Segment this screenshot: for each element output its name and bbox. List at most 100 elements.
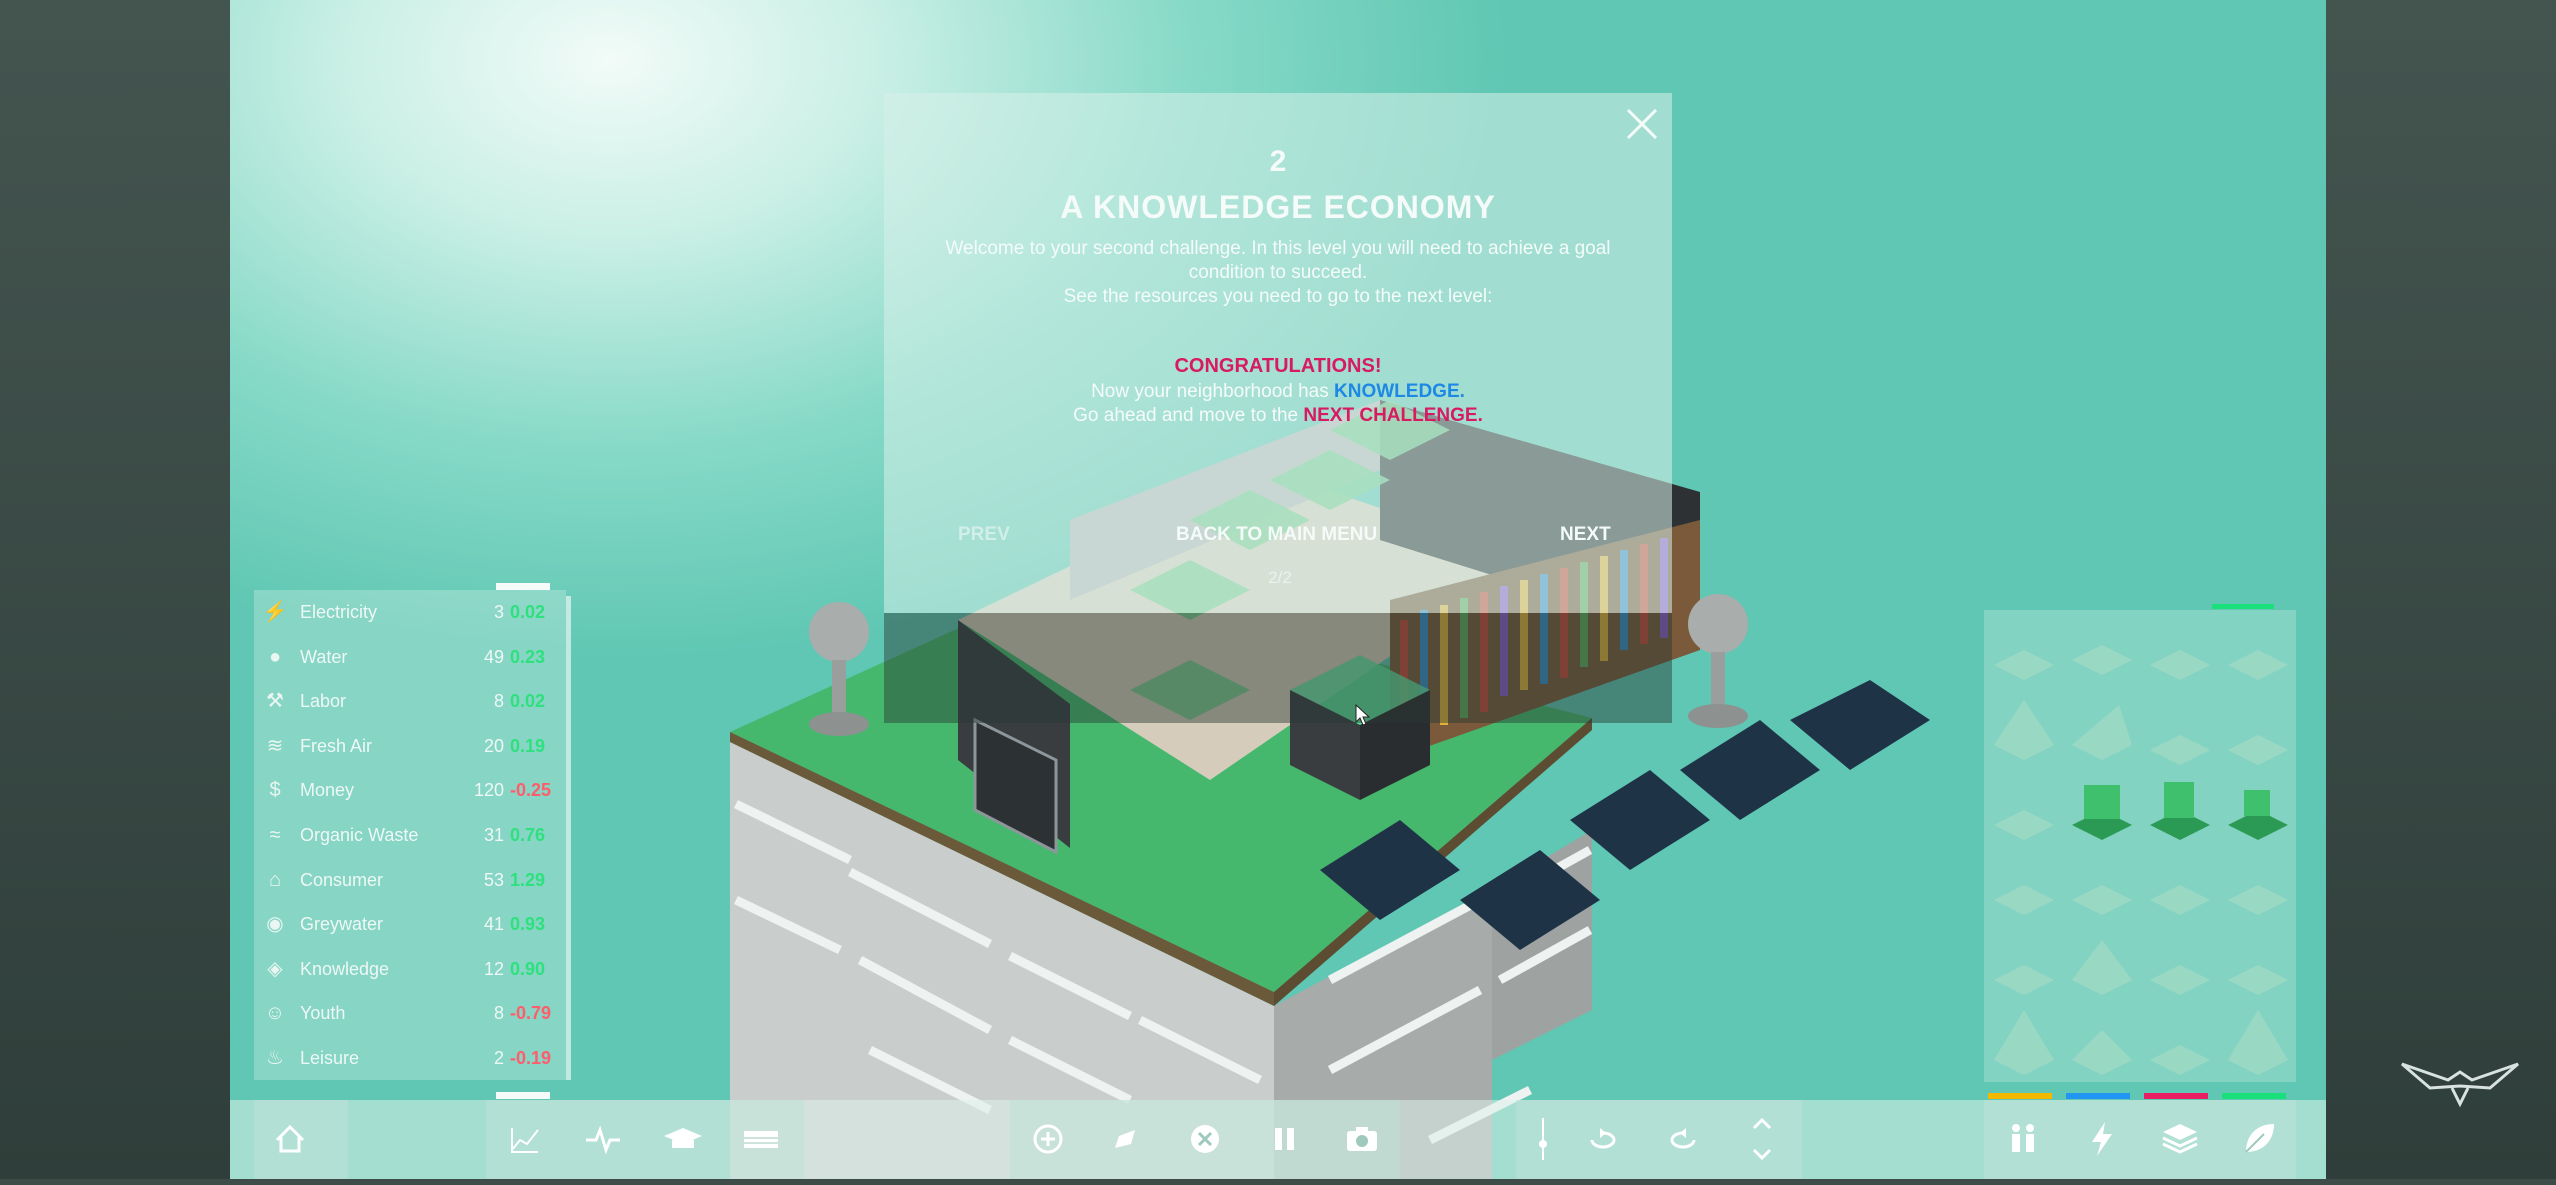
palette-tile-8[interactable]: [2228, 735, 2288, 765]
remove-circle-icon[interactable]: [1180, 1114, 1230, 1164]
palette-tile-21[interactable]: [1994, 1010, 2054, 1075]
keyboard-icon[interactable]: [736, 1114, 786, 1164]
palette-tile-18[interactable]: [2072, 940, 2132, 995]
palette-tile-5[interactable]: [1994, 700, 2054, 760]
palette-tile-6[interactable]: [2072, 705, 2132, 760]
palette-tile-7[interactable]: [2150, 735, 2210, 765]
resource-panel-bottom-bar: [496, 1092, 550, 1099]
resource-rate: 1.29: [510, 869, 546, 890]
dialog-footer: [884, 613, 1672, 723]
resource-rate: 0.90: [510, 958, 546, 979]
palette-tile-2[interactable]: [2072, 645, 2132, 675]
resource-row: ⌂ Consumer 53 1.29: [254, 858, 566, 902]
resource-row: ⚒ Labor 8 0.02: [254, 679, 566, 723]
wind-icon: ≋: [266, 734, 284, 757]
resource-row: ● Water 49 0.23: [254, 635, 566, 679]
palette-tiles[interactable]: [1984, 610, 2296, 1082]
resource-value: 49: [483, 646, 504, 667]
resource-value: 41: [483, 914, 504, 935]
resource-value: 12: [483, 958, 504, 979]
studio-logo: [2401, 1062, 2519, 1108]
palette-tile-20[interactable]: [2228, 965, 2288, 995]
greywater-icon: ◉: [266, 913, 284, 936]
leaf-icon[interactable]: [2234, 1114, 2284, 1164]
mouse-cursor-icon: [1355, 704, 1371, 726]
next-button[interactable]: NEXT: [1560, 524, 1611, 546]
bolt-icon[interactable]: [2077, 1114, 2127, 1164]
palette-tile-19[interactable]: [2150, 965, 2210, 995]
edit-icon[interactable]: [1101, 1114, 1151, 1164]
water-drop-icon: ●: [268, 645, 282, 668]
palette-tile-1[interactable]: [1994, 650, 2054, 680]
palette-tile-24[interactable]: [2228, 1010, 2288, 1075]
palette-tile-13[interactable]: [1994, 885, 2054, 915]
worker-icon: ⚒: [266, 690, 284, 713]
resource-row: ⚡ Electricity 3 0.02: [254, 590, 566, 634]
resource-name: Fresh Air: [300, 735, 373, 756]
resource-row: ◈ Knowledge 12 0.90: [254, 947, 566, 991]
graduation-cap-icon[interactable]: [658, 1114, 708, 1164]
next-challenge-message: Go ahead and move to the NEXT CHALLENGE.: [884, 405, 1672, 427]
category-color-bar: [2222, 1093, 2286, 1099]
graduation-cap-icon: ◈: [267, 957, 283, 980]
resource-rate: -0.19: [510, 1048, 552, 1068]
palette-tile-22[interactable]: [2072, 1030, 2132, 1075]
resource-row: ☺ Youth 8 -0.79: [254, 991, 566, 1035]
resource-name: Money: [300, 780, 355, 801]
resource-name: Greywater: [300, 914, 384, 935]
right-sphere-post: [1688, 594, 1748, 728]
palette-active-tiles[interactable]: [2072, 782, 2288, 840]
palette-tile-23[interactable]: [2150, 1045, 2210, 1075]
camera-icon[interactable]: [1337, 1114, 1387, 1164]
resource-value: 8: [493, 691, 504, 712]
category-color-bar: [1988, 1093, 2052, 1099]
consumer-icon: ⌂: [268, 868, 282, 891]
resource-value: 120: [473, 780, 504, 801]
palette-tile-17[interactable]: [1994, 965, 2054, 995]
knowledge-keyword: KNOWLEDGE.: [1334, 381, 1465, 402]
chevron-down-icon[interactable]: [1737, 1130, 1787, 1164]
chevron-up-icon[interactable]: [1737, 1098, 1787, 1132]
resource-panel-top-bar: [496, 583, 550, 590]
bolt-icon: ⚡: [262, 601, 288, 623]
pulse-icon[interactable]: [578, 1114, 628, 1164]
resource-rate: -0.79: [510, 1003, 552, 1024]
right-letterbox: [2326, 0, 2556, 1179]
resource-rate: 0.76: [510, 825, 546, 845]
resource-rate: 0.02: [510, 602, 546, 622]
zoom-slider-icon[interactable]: [1518, 1114, 1568, 1164]
rotate-right-icon[interactable]: [1658, 1114, 1708, 1164]
resource-rate: 0.93: [510, 914, 546, 935]
resource-name: Consumer: [300, 869, 384, 890]
palette-tile-14[interactable]: [2072, 885, 2132, 915]
youth-icon: ☺: [264, 1002, 286, 1025]
level-title: A KNOWLEDGE ECONOMY: [1060, 189, 1496, 225]
palette-tile-16[interactable]: [2228, 885, 2288, 915]
left-letterbox: [0, 0, 230, 1179]
level-description: Welcome to your second challenge. In thi…: [884, 237, 1672, 309]
resource-value: 53: [483, 869, 504, 890]
palette-tile-15[interactable]: [2150, 885, 2210, 915]
resource-name: Labor: [300, 691, 347, 712]
layers-icon[interactable]: [2155, 1114, 2205, 1164]
knowledge-message-prefix: Now your neighborhood has: [1091, 381, 1335, 402]
add-circle-icon[interactable]: [1023, 1114, 1073, 1164]
rotate-left-icon[interactable]: [1578, 1114, 1628, 1164]
palette-tile-4[interactable]: [2228, 650, 2288, 680]
close-icon[interactable]: [1622, 104, 1662, 144]
resource-scrollbar[interactable]: [566, 596, 571, 1080]
resource-name: Knowledge: [300, 958, 390, 979]
back-to-main-menu-button[interactable]: BACK TO MAIN MENU: [1176, 524, 1377, 546]
people-icon[interactable]: [1998, 1114, 2048, 1164]
resource-value: 3: [493, 602, 504, 622]
chart-icon[interactable]: [500, 1114, 550, 1164]
pause-icon[interactable]: [1259, 1114, 1309, 1164]
palette-tile-3[interactable]: [2150, 650, 2210, 680]
resource-rate: 0.23: [510, 646, 546, 667]
palette-tile-9[interactable]: [1994, 810, 2054, 840]
next-challenge-prefix: Go ahead and move to the: [1073, 405, 1304, 426]
resource-value: 31: [483, 825, 504, 845]
home-icon[interactable]: [265, 1114, 315, 1164]
resource-value: 20: [483, 735, 504, 756]
prev-button[interactable]: PREV: [958, 524, 1010, 546]
